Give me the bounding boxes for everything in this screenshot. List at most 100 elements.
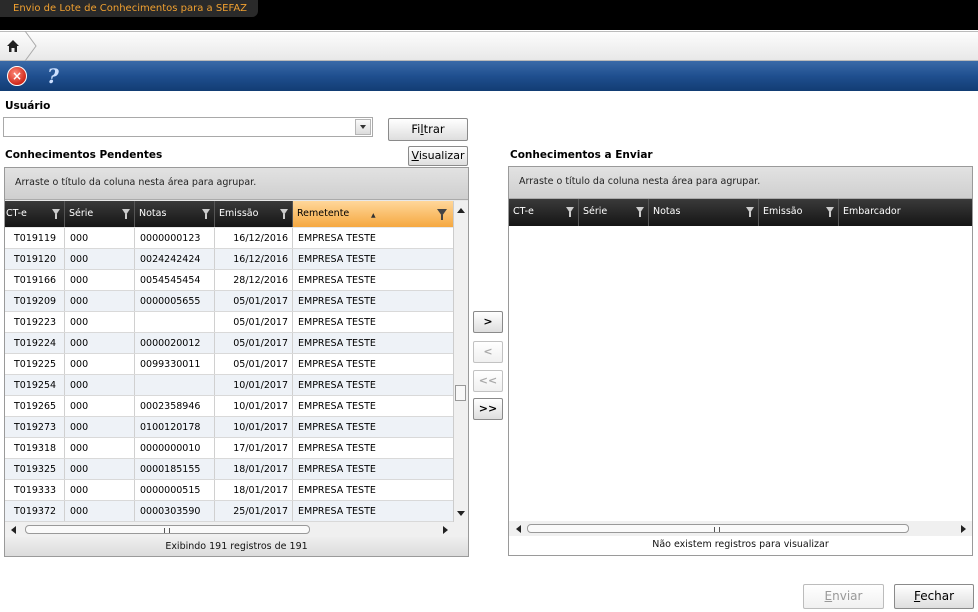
table-row[interactable]: T019273 000 0100120178 10/01/2017 EMPRESA TE… (5, 417, 453, 438)
pending-footer: Exibindo 191 registros de 191 (5, 537, 468, 556)
cell-notas: 0054545454 (135, 270, 215, 290)
col-header-notas[interactable]: Notas (649, 199, 759, 226)
col-header-cte[interactable]: CT-e (509, 199, 579, 226)
table-row[interactable]: T019372 000 0000303590 25/01/2017 EMPRESA TE… (5, 501, 453, 522)
table-row[interactable]: T019333 000 0000000515 18/01/2017 EMPRESA TE… (5, 480, 453, 501)
cell-cte: T019325 (5, 459, 65, 479)
col-header-serie[interactable]: Série (65, 201, 135, 227)
cell-serie: 000 (65, 354, 135, 374)
cell-serie: 000 (65, 333, 135, 353)
table-row[interactable]: T019166 000 0054545454 28/12/2016 EMPRESA TE… (5, 270, 453, 291)
col-header-cte[interactable]: CT-e (5, 201, 65, 227)
scroll-thumb[interactable] (455, 385, 466, 401)
window-title-tab: Envio de Lote de Conhecimentos para a SE… (0, 0, 258, 17)
cell-serie: 000 (65, 417, 135, 437)
col-header-remetente[interactable]: Remetente ▲ (293, 201, 453, 227)
cell-serie: 000 (65, 438, 135, 458)
cell-cte: T019265 (5, 396, 65, 416)
to-send-footer: Não existem registros para visualizar (652, 539, 829, 550)
cell-notas: 0024242424 (135, 249, 215, 269)
table-row[interactable]: T019318 000 0000000010 17/01/2017 EMPRESA TE… (5, 438, 453, 459)
table-row[interactable]: T019325 000 0000185155 18/01/2017 EMPRESA TE… (5, 459, 453, 480)
pending-grid-body: T019119 000 0000000123 16/12/2016 EMPRESA TE… (5, 228, 453, 522)
filter-icon[interactable] (202, 209, 210, 219)
filter-icon[interactable] (566, 207, 574, 217)
cell-serie: 000 (65, 501, 135, 521)
filter-icon[interactable] (52, 209, 60, 219)
usuario-label: Usuário (5, 100, 51, 112)
fechar-button[interactable]: Fechar (894, 584, 974, 609)
visualizar-label-post: isualizar (418, 149, 465, 162)
col-header-label: Notas (139, 208, 167, 219)
visualizar-label-accesskey: V (411, 149, 419, 162)
table-row[interactable]: T019209 000 0000005655 05/01/2017 EMPRESA TE… (5, 291, 453, 312)
col-header-emissao[interactable]: Emissão (215, 201, 293, 227)
cell-emissao: 18/01/2017 (215, 480, 293, 500)
table-row[interactable]: T019119 000 0000000123 16/12/2016 EMPRESA TE… (5, 228, 453, 249)
col-header-label: CT-e (6, 208, 27, 219)
cell-emissao: 16/12/2016 (215, 228, 293, 248)
cell-remetente: EMPRESA TESTE (298, 443, 376, 454)
table-row[interactable]: T019223 000 05/01/2017 EMPRESA TESTE (5, 312, 453, 333)
cell-emissao: 05/01/2017 (215, 333, 293, 353)
cell-emissao: 05/01/2017 (215, 312, 293, 332)
scroll-right-icon[interactable] (443, 526, 448, 534)
table-row[interactable]: T019224 000 0000020012 05/01/2017 EMPRESA TE… (5, 333, 453, 354)
cell-notas: 0000303590 (135, 501, 215, 521)
add-all-button[interactable]: >> (473, 398, 503, 420)
filter-icon[interactable] (122, 209, 130, 219)
table-row[interactable]: T019265 000 0002358946 10/01/2017 EMPRESA TE… (5, 396, 453, 417)
col-header-embarcador[interactable]: Embarcador (839, 199, 972, 226)
scroll-thumb[interactable] (527, 524, 909, 533)
grip-icon (714, 527, 720, 532)
close-glyph: × (11, 69, 23, 83)
remove-selected-button[interactable]: < (473, 341, 503, 363)
cell-emissao: 17/01/2017 (215, 438, 293, 458)
cell-remetente: EMPRESA TESTE (298, 464, 376, 475)
grip-icon (164, 528, 170, 533)
horizontal-scrollbar[interactable] (509, 521, 972, 536)
col-header-emissao[interactable]: Emissão (759, 199, 839, 226)
usuario-dropdown-button[interactable] (355, 119, 371, 135)
visualizar-button[interactable]: Visualizar (408, 146, 468, 166)
col-header-serie[interactable]: Série (579, 199, 649, 226)
filter-icon[interactable] (437, 209, 447, 220)
filter-icon[interactable] (636, 207, 644, 217)
cell-emissao: 10/01/2017 (215, 375, 293, 395)
col-header-notas[interactable]: Notas (135, 201, 215, 227)
pending-group-area[interactable]: Arraste o título da coluna nesta área pa… (5, 168, 468, 200)
scroll-down-icon[interactable] (457, 511, 465, 516)
to-send-group-area[interactable]: Arraste o título da coluna nesta área pa… (509, 167, 972, 199)
cell-remetente: EMPRESA TESTE (298, 275, 376, 286)
table-row[interactable]: T019120 000 0024242424 16/12/2016 EMPRESA TE… (5, 249, 453, 270)
window-title: Envio de Lote de Conhecimentos para a SE… (13, 3, 248, 14)
cell-serie: 000 (65, 249, 135, 269)
usuario-select[interactable] (3, 117, 373, 137)
filter-icon[interactable] (746, 207, 754, 217)
vertical-scrollbar[interactable] (453, 201, 468, 522)
filter-icon[interactable] (280, 209, 288, 219)
close-icon[interactable]: × (7, 66, 27, 86)
cell-emissao: 05/01/2017 (215, 354, 293, 374)
cell-remetente: EMPRESA TESTE (298, 296, 376, 307)
scroll-right-icon[interactable] (961, 525, 966, 533)
add-selected-button[interactable]: > (473, 311, 503, 333)
scroll-thumb[interactable] (25, 525, 310, 534)
scroll-up-icon[interactable] (457, 208, 465, 213)
table-row[interactable]: T019225 000 0099330011 05/01/2017 EMPRESA TE… (5, 354, 453, 375)
enviar-button[interactable]: Enviar (803, 584, 884, 609)
filtrar-button[interactable]: Filtrar (388, 118, 468, 141)
cell-emissao: 25/01/2017 (215, 501, 293, 521)
table-row[interactable]: T019254 000 10/01/2017 EMPRESA TESTE (5, 375, 453, 396)
remove-all-button[interactable]: << (473, 370, 503, 392)
horizontal-scrollbar[interactable] (5, 522, 468, 537)
filter-icon[interactable] (826, 207, 834, 217)
scroll-left-icon[interactable] (11, 526, 16, 534)
col-header-label: Notas (653, 206, 681, 217)
cell-serie: 000 (65, 270, 135, 290)
cell-notas: 0000000123 (135, 228, 215, 248)
help-icon[interactable]: ? (43, 65, 63, 87)
pending-title: Conhecimentos Pendentes (5, 149, 163, 161)
scroll-left-icon[interactable] (516, 525, 521, 533)
cell-notas: 0000005655 (135, 291, 215, 311)
